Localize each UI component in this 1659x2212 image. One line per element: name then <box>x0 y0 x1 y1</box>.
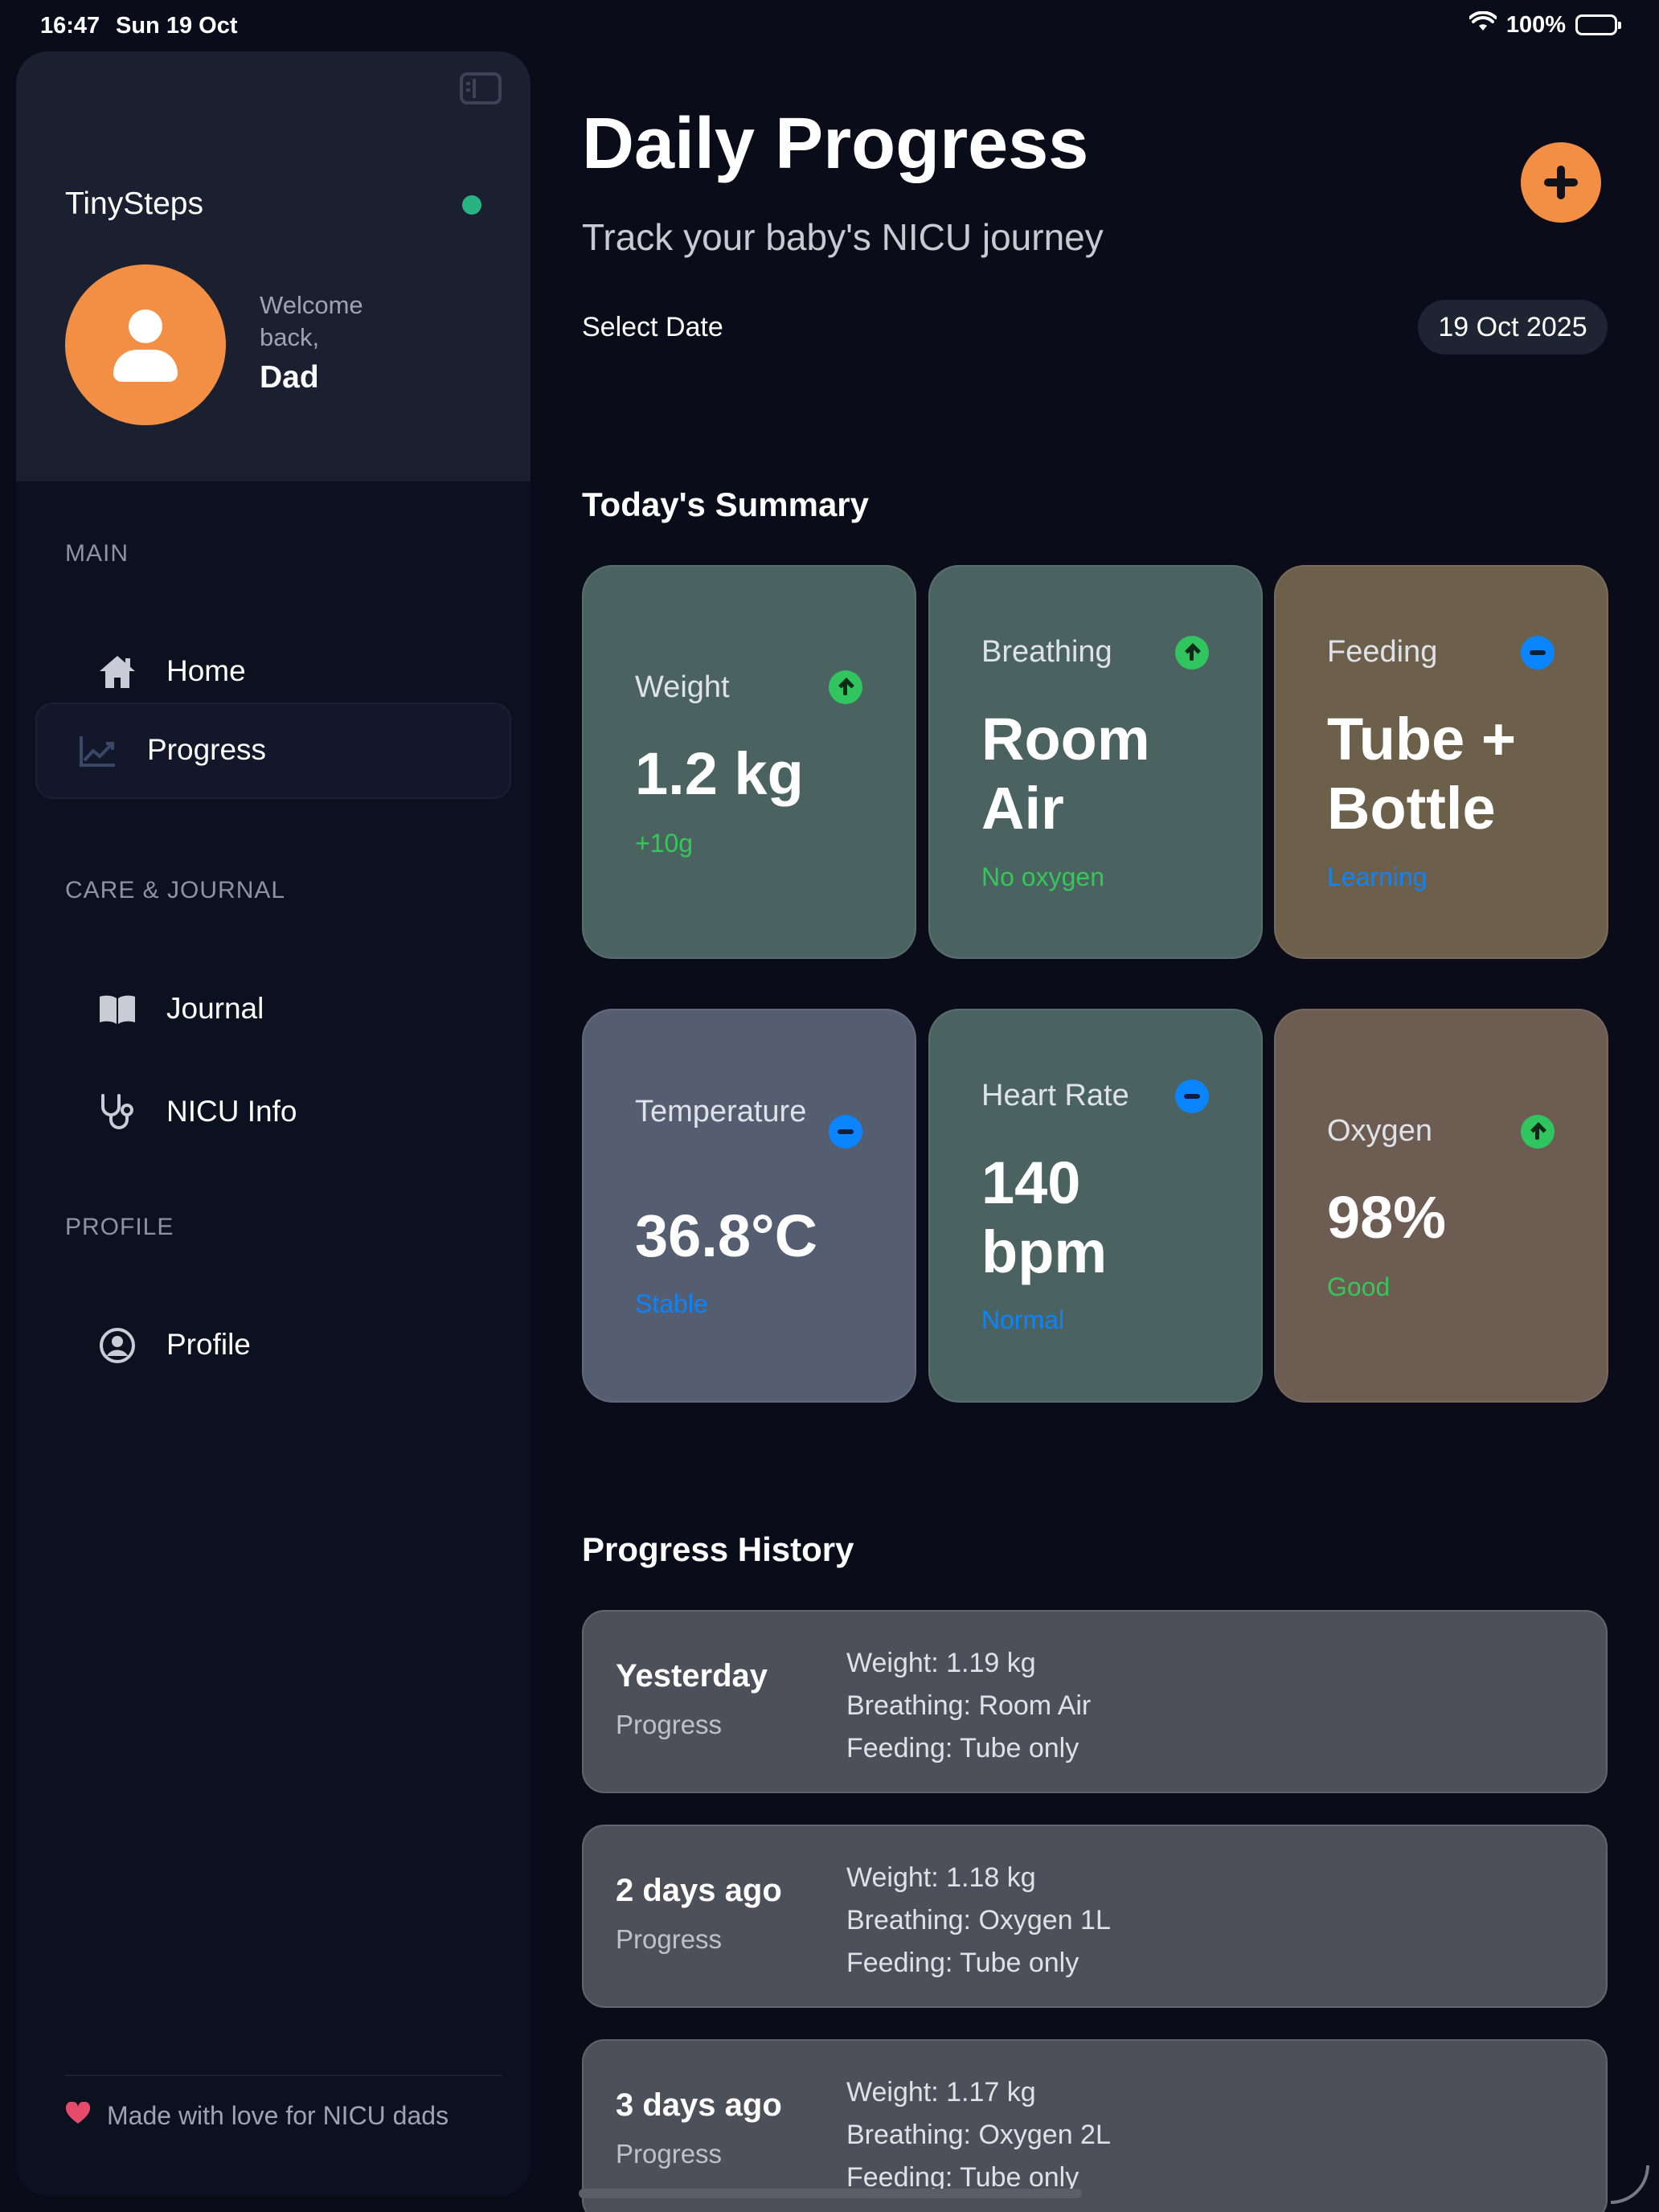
online-status-dot <box>462 195 481 215</box>
date-picker[interactable]: 19 Oct 2025 <box>1418 300 1608 354</box>
history-details: Weight: 1.17 kg Breathing: Oxygen 2L Fee… <box>846 2071 1111 2199</box>
history-details: Weight: 1.19 kg Breathing: Room Air Feed… <box>846 1642 1091 1770</box>
history-feeding: Feeding: Tube only <box>846 1948 1079 1978</box>
sidebar-item-profile[interactable]: Profile <box>35 1297 511 1394</box>
sidebar-item-label: NICU Info <box>166 1095 297 1128</box>
minus-icon <box>1521 636 1555 670</box>
person-circle-icon <box>96 1325 138 1366</box>
history-subtitle: Progress <box>616 1710 723 1739</box>
oxygen-card[interactable]: Oxygen 98% Good <box>1274 1009 1608 1403</box>
add-entry-button[interactable] <box>1521 142 1601 223</box>
battery-icon <box>1575 14 1621 35</box>
sidebar-header: TinySteps Welcome back, Dad <box>16 51 530 481</box>
card-value: Tube + Bottle <box>1327 706 1517 842</box>
minus-icon <box>1175 1079 1209 1113</box>
arrow-up-icon <box>1521 1115 1555 1149</box>
status-date: Sun 19 Oct <box>116 13 238 39</box>
nav-section-main: MAIN <box>65 540 129 567</box>
home-indicator[interactable] <box>579 2189 1082 2198</box>
history-weight: Weight: 1.19 kg <box>846 1648 1036 1678</box>
history-breathing: Breathing: Oxygen 2L <box>846 2120 1111 2150</box>
card-value: 36.8°C <box>635 1202 818 1269</box>
history-breathing: Breathing: Room Air <box>846 1690 1092 1721</box>
history-day: 3 days ago <box>616 2087 782 2123</box>
card-value: 140 bpm <box>981 1149 1108 1285</box>
history-day: 2 days ago <box>616 1873 782 1908</box>
history-subtitle: Progress <box>616 1924 723 1954</box>
stethoscope-icon <box>96 1092 138 1133</box>
history-weight: Weight: 1.17 kg <box>846 2077 1036 2108</box>
page-subtitle: Track your baby's NICU journey <box>582 216 1104 258</box>
battery-percentage: 100% <box>1505 11 1566 38</box>
arrow-up-icon <box>1175 636 1209 670</box>
nav-section-care: CARE & JOURNAL <box>65 877 286 903</box>
history-feeding: Feeding: Tube only <box>846 1733 1079 1763</box>
user-name: Dad <box>260 360 319 395</box>
card-title: Weight <box>635 670 730 704</box>
heart-rate-card[interactable]: Heart Rate 140 bpm Normal <box>928 1009 1263 1403</box>
house-icon <box>96 651 138 693</box>
card-title: Oxygen <box>1327 1114 1432 1148</box>
breathing-card[interactable]: Breathing Room Air No oxygen <box>928 565 1263 959</box>
card-note: No oxygen <box>981 862 1104 891</box>
sidebar-item-label: Profile <box>166 1328 251 1361</box>
sidebar-item-journal[interactable]: Journal <box>35 961 511 1058</box>
status-time: 16:47 <box>40 13 100 39</box>
sidebar-footer: Made with love for NICU dads <box>65 2101 449 2131</box>
history-details: Weight: 1.18 kg Breathing: Oxygen 1L Fee… <box>846 1857 1111 1985</box>
minus-icon <box>829 1115 862 1149</box>
arrow-up-icon <box>829 670 862 704</box>
card-note: Normal <box>981 1305 1065 1334</box>
resize-handle-icon <box>1611 2165 1649 2204</box>
select-date-label: Select Date <box>582 312 723 342</box>
book-icon <box>96 989 138 1030</box>
chart-line-icon <box>77 730 119 772</box>
sidebar-item-nicu-info[interactable]: NICU Info <box>35 1064 511 1161</box>
sidebar-item-label: Journal <box>166 992 264 1025</box>
card-title: Heart Rate <box>981 1079 1129 1112</box>
sidebar-toggle-icon[interactable] <box>460 72 502 104</box>
history-weight: Weight: 1.18 kg <box>846 1862 1036 1893</box>
sidebar-divider <box>65 2075 502 2076</box>
card-title: Feeding <box>1327 635 1438 669</box>
summary-title: Today's Summary <box>582 485 869 523</box>
status-indicators: 100% <box>1468 10 1621 39</box>
history-subtitle: Progress <box>616 2139 723 2169</box>
history-day: Yesterday <box>616 1658 768 1694</box>
history-title: Progress History <box>582 1530 854 1568</box>
history-row[interactable]: Yesterday Progress Weight: 1.19 kg Breat… <box>582 1610 1608 1793</box>
card-note: +10g <box>635 829 694 858</box>
page-title: Daily Progress <box>582 104 1089 184</box>
status-bar: 16:47 Sun 19 Oct 100% <box>0 0 1659 51</box>
sidebar-item-label: Progress <box>147 733 267 766</box>
history-row[interactable]: 2 days ago Progress Weight: 1.18 kg Brea… <box>582 1825 1608 2008</box>
card-value: Room Air <box>981 706 1150 842</box>
history-breathing: Breathing: Oxygen 1L <box>846 1905 1111 1936</box>
app-name: TinySteps <box>65 186 203 221</box>
sidebar-item-progress[interactable]: Progress <box>35 703 511 799</box>
avatar[interactable] <box>65 264 226 425</box>
welcome-text: Welcome back, <box>260 291 363 351</box>
card-title: Temperature <box>635 1095 807 1129</box>
wifi-icon <box>1468 10 1497 39</box>
feeding-card[interactable]: Feeding Tube + Bottle Learning <box>1274 565 1608 959</box>
card-value: 1.2 kg <box>635 740 804 807</box>
card-note: Learning <box>1327 862 1428 891</box>
nav-section-profile: PROFILE <box>65 1214 174 1240</box>
sidebar-item-label: Home <box>166 654 246 687</box>
history-row[interactable]: 3 days ago Progress Weight: 1.17 kg Brea… <box>582 2039 1608 2212</box>
weight-card[interactable]: Weight 1.2 kg +10g <box>582 565 916 959</box>
footer-text: Made with love for NICU dads <box>107 2101 449 2130</box>
card-note: Stable <box>635 1289 708 1318</box>
card-value: 98% <box>1327 1184 1447 1251</box>
card-title: Breathing <box>981 635 1112 669</box>
sidebar: TinySteps Welcome back, Dad MAIN Home Pr… <box>16 51 530 2196</box>
temperature-card[interactable]: Temperature 36.8°C Stable <box>582 1009 916 1403</box>
heart-icon <box>65 2101 91 2131</box>
card-note: Good <box>1327 1272 1391 1301</box>
person-icon <box>129 309 162 343</box>
